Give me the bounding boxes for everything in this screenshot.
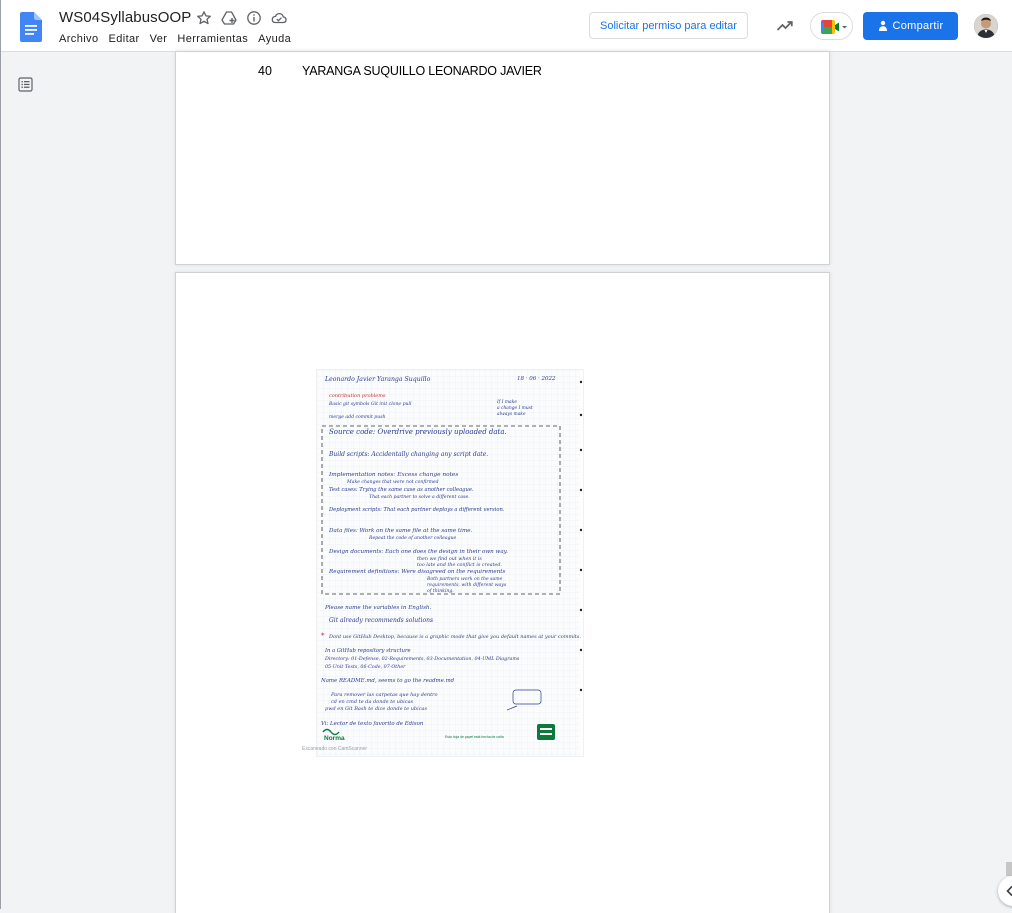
note-line: Git already recommends solutions <box>329 617 433 624</box>
share-label: Compartir <box>892 20 944 32</box>
svg-text:a change I must: a change I must <box>497 406 533 411</box>
share-button[interactable]: Compartir <box>863 12 958 40</box>
student-name: YARANGA SUQUILLO LEONARDO JAVIER <box>302 64 542 78</box>
google-docs-logo-icon[interactable] <box>20 12 42 42</box>
lock-icon <box>878 20 887 31</box>
activity-dashboard-icon[interactable] <box>776 17 794 35</box>
info-icon[interactable] <box>246 10 262 26</box>
svg-text:Both partners work on the same: Both partners work on the same <box>426 576 503 582</box>
note-line: Design documents: Each one does the desi… <box>328 549 508 555</box>
document-title[interactable]: WS04SyllabusOOP <box>59 9 191 26</box>
svg-text:That each partner to solve a d: That each partner to solve a different c… <box>369 494 470 500</box>
svg-text:If I make: If I make <box>496 400 517 405</box>
svg-text:Basic git symbols Git init: Basic git symbols Git init clone pull <box>328 401 412 407</box>
svg-text:too late and the conflict is c: too late and the conflict is created. <box>417 562 502 568</box>
svg-text:always make: always make <box>497 412 526 417</box>
google-meet-icon <box>821 20 847 34</box>
note-line: Dont use GitHub Desktop, because is a gr… <box>328 634 581 640</box>
cloud-status-icon[interactable] <box>271 10 287 26</box>
note-line: Vi: Lector de texto favorito de Edison <box>321 721 424 727</box>
account-avatar[interactable] <box>974 14 998 38</box>
note-line: Please name the variables in English. <box>324 605 432 611</box>
document-page: 40 YARANGA SUQUILLO LEONARDO JAVIER <box>176 52 829 264</box>
note-line: Build scripts: Accidentally changing any… <box>328 451 488 458</box>
note-line: pwd en Git Bash te dice donde te ubicas <box>325 706 428 712</box>
request-edit-access-button[interactable]: Solicitar permiso para editar <box>589 12 748 39</box>
menu-archivo[interactable]: Archivo <box>59 33 98 45</box>
note-line: Directory: 01-Defense, 02-Requirements, … <box>324 656 520 662</box>
move-to-drive-icon[interactable] <box>221 10 237 26</box>
svg-text:then we find out when it is: then we find out when it is <box>417 556 482 562</box>
svg-text:of thinking.: of thinking. <box>427 588 454 594</box>
svg-text:merge add commit push: merge add commit push <box>329 414 386 420</box>
chevron-left-icon <box>1006 885 1012 897</box>
scanned-notes-image[interactable]: Leonardo Javier Yaranga Suquillo 18 · 06… <box>316 369 584 757</box>
note-line: contribution problems <box>329 393 386 399</box>
camscanner-watermark: Escaneado con CamScanner <box>302 746 368 752</box>
vertical-scrollbar-thumb[interactable] <box>1006 862 1012 876</box>
title-actions <box>196 10 287 26</box>
star-icon[interactable] <box>196 10 212 26</box>
document-page: Leonardo Javier Yaranga Suquillo 18 · 06… <box>176 273 829 913</box>
google-meet-button[interactable] <box>810 12 853 40</box>
paper-footer-note: Esta hoja de papel está hecha de caña <box>445 735 504 739</box>
note-line: Name README.md, seems to go the readme.m… <box>320 678 455 684</box>
docs-header: WS04SyllabusOOP Archivo Editar Ver Herra… <box>1 0 1012 52</box>
svg-text:requirements, with different w: requirements, with different ways <box>427 582 507 588</box>
note-line: Requirement definitions: Were disagreed … <box>328 569 506 575</box>
note-line: Para remover las carpetas que hay dentro <box>330 692 438 698</box>
note-line: In a GitHub repository structure <box>324 648 411 654</box>
svg-text:18 · 06 · 2022: 18 · 06 · 2022 <box>517 376 556 382</box>
side-panel-toggle-button[interactable] <box>998 876 1012 906</box>
menu-bar: Archivo Editar Ver Herramientas Ayuda <box>59 33 291 45</box>
menu-ver[interactable]: Ver <box>150 33 168 45</box>
handwritten-page-drawing: Leonardo Javier Yaranga Suquillo 18 · 06… <box>317 370 583 756</box>
note-line: Test cases: Trying the same case as anot… <box>329 487 474 493</box>
menu-ayuda[interactable]: Ayuda <box>258 33 291 45</box>
note-line: Data files: Work on the same file at the… <box>328 528 473 534</box>
menu-herramientas[interactable]: Herramientas <box>177 33 248 45</box>
note-line: Source code: Overdrive previously upload… <box>329 428 507 436</box>
note-line: cd en cmd te da donde te ubicas <box>331 699 414 705</box>
norma-logo-text: Norma <box>324 735 345 742</box>
note-line: Deployment scripts: That each partner de… <box>328 507 505 513</box>
note-line: Implementation notes: Excess change note… <box>328 472 458 478</box>
svg-text:Repeat the code of another col: Repeat the code of another colleague <box>368 535 457 541</box>
profile-photo <box>974 14 998 38</box>
svg-text:Make changes that were not con: Make changes that were not confirmed <box>346 479 439 485</box>
list-number: 40 <box>258 64 272 78</box>
note-line: Leonardo Javier Yaranga Suquillo <box>324 376 431 383</box>
menu-editar[interactable]: Editar <box>108 33 139 45</box>
outline-icon[interactable] <box>18 77 33 92</box>
note-line: 05-Unit Tests, 06-Code, 07-Other <box>325 664 406 670</box>
svg-text:*: * <box>321 632 325 640</box>
